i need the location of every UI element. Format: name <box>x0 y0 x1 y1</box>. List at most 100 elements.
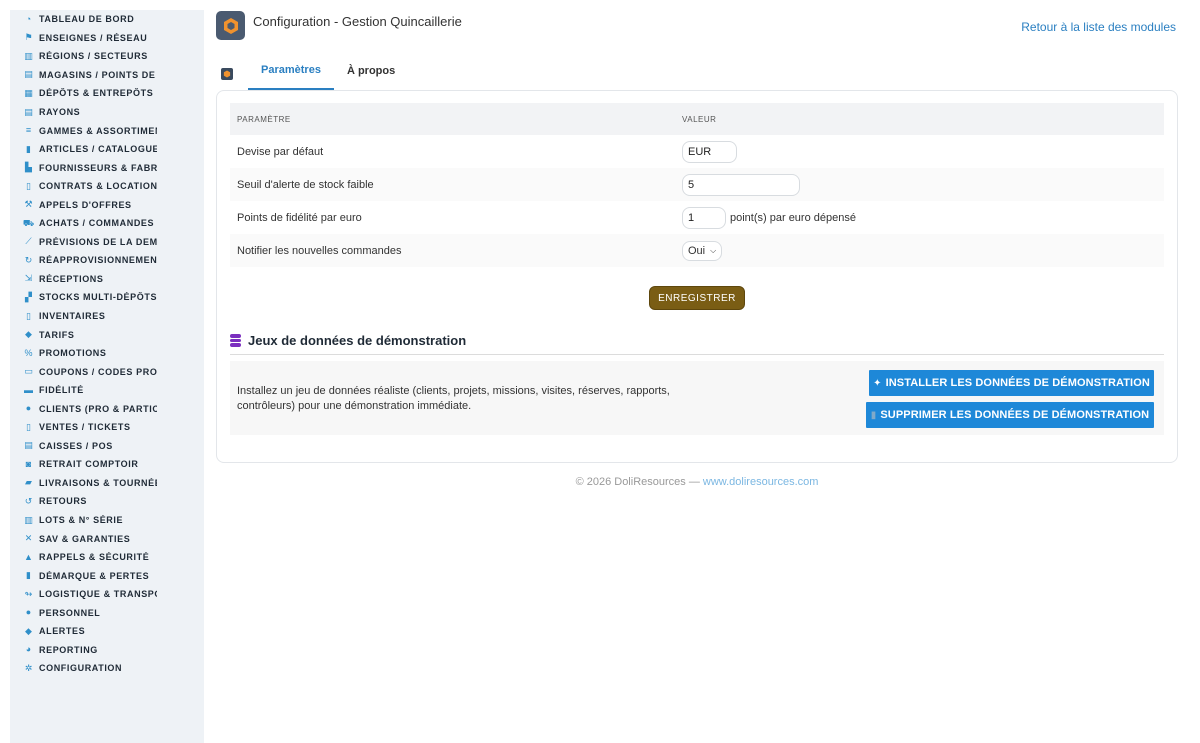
sidebar-item[interactable]: ▭ COUPONS / CODES PROM <box>10 362 204 381</box>
back-to-modules-link[interactable]: Retour à la liste des modules <box>1021 20 1176 34</box>
route-icon: ↬ <box>24 588 33 599</box>
sidebar-item[interactable]: ● PERSONNEL <box>10 604 204 623</box>
tools-icon: ✕ <box>24 533 33 544</box>
stock-threshold-input[interactable] <box>682 173 800 196</box>
sidebar-item-label: SAV & GARANTIES <box>39 533 131 544</box>
sidebar-item-label: DÉMARQUE & PERTES <box>39 570 150 581</box>
car-icon: ◙ <box>25 458 32 469</box>
sidebar-item-label: COUPONS / CODES PROM <box>39 366 157 377</box>
sidebar-item-label: FOURNISSEURS & FABRI <box>39 162 157 173</box>
sidebar-item-label: STOCKS MULTI-DÉPÔTS <box>39 292 157 303</box>
sidebar-item[interactable]: ▯ CONTRATS & LOCATION <box>10 177 204 196</box>
sidebar-item[interactable]: ▲ RAPPELS & SÉCURITÉ <box>10 548 204 567</box>
sidebar-item[interactable]: ⚑ ENSEIGNES / RÉSEAU <box>10 29 204 48</box>
sidebar-item[interactable]: ▮ DÉMARQUE & PERTES <box>10 566 204 585</box>
sidebar-item-label: RÉGIONS / SECTEURS <box>39 51 148 62</box>
sidebar-item[interactable]: ▥ RÉGIONS / SECTEURS <box>10 47 204 66</box>
shelf-icon: ▤ <box>24 106 33 117</box>
sidebar-item-label: CAISSES / POS <box>39 440 113 451</box>
sidebar-item[interactable]: ✲ CONFIGURATION <box>10 659 204 678</box>
card-icon: ▬ <box>24 384 33 395</box>
tab-bar: Paramètres À propos <box>216 58 408 90</box>
module-logo <box>216 11 245 40</box>
save-button[interactable]: ENREGISTRER <box>649 286 745 310</box>
sidebar-item[interactable]: ▤ CAISSES / POS <box>10 437 204 456</box>
sidebar-item[interactable]: ◔ TABLEAU DE BORD <box>10 10 204 29</box>
sidebar-item[interactable]: ▰ LIVRAISONS & TOURNÉES <box>10 474 204 493</box>
sidebar-item-label: LIVRAISONS & TOURNÉES <box>39 477 157 488</box>
sidebar-item[interactable]: ▮ ARTICLES / CATALOGUE <box>10 140 204 159</box>
gavel-icon: ⚒ <box>24 199 33 210</box>
sidebar-item-label: INVENTAIRES <box>39 311 106 322</box>
page-title: Configuration - Gestion Quincaillerie <box>253 14 462 29</box>
sidebar-item[interactable]: ◆ TARIFS <box>10 325 204 344</box>
sidebar-item[interactable]: % PROMOTIONS <box>10 344 204 363</box>
sync-icon: ↻ <box>24 254 33 265</box>
demo-panel: Installez un jeu de données réaliste (cl… <box>230 361 1164 435</box>
sidebar-item[interactable]: ↬ LOGISTIQUE & TRANSPO <box>10 585 204 604</box>
book-icon: ▮ <box>26 143 31 154</box>
boxes-icon: ▞ <box>25 291 32 302</box>
demo-title-text: Jeux de données de démonstration <box>248 333 467 348</box>
sidebar-item-label: CONTRATS & LOCATION <box>39 181 157 192</box>
sidebar-item-label: PRÉVISIONS DE LA DEMA <box>39 236 157 247</box>
sidebar-item[interactable]: ⇲ RÉCEPTIONS <box>10 270 204 289</box>
param-label: Points de fidélité par euro <box>237 211 362 224</box>
tab-a-propos[interactable]: À propos <box>334 58 408 90</box>
sidebar-item-label: TARIFS <box>39 329 75 340</box>
sidebar-item[interactable]: ▥ LOTS & N° SÉRIE <box>10 511 204 530</box>
receipt-icon: ▯ <box>26 421 31 432</box>
sidebar-item-label: REPORTING <box>39 644 98 655</box>
users-icon: ● <box>25 607 32 618</box>
sidebar-item[interactable]: ⟋ PRÉVISIONS DE LA DEMA <box>10 233 204 252</box>
sidebar-item[interactable]: ▤ RAYONS <box>10 103 204 122</box>
sidebar-item[interactable]: ▯ INVENTAIRES <box>10 307 204 326</box>
sidebar-item-label: GAMMES & ASSORTIMENT <box>39 125 157 136</box>
sidebar-item-label: FIDÉLITÉ <box>39 385 84 396</box>
currency-input[interactable] <box>682 140 737 163</box>
sidebar-item[interactable]: ● CLIENTS (PRO & PARTICU <box>10 399 204 418</box>
footer: © 2026 DoliResources — www.doliresources… <box>216 476 1178 488</box>
sidebar-item[interactable]: ◕ REPORTING <box>10 641 204 660</box>
sidebar-item[interactable]: ◙ RETRAIT COMPTOIR <box>10 455 204 474</box>
sidebar-item[interactable]: ⚒ APPELS D'OFFRES <box>10 195 204 214</box>
sidebar-item-label: ACHATS / COMMANDES F <box>39 218 157 229</box>
sidebar-item[interactable]: ▞ STOCKS MULTI-DÉPÔTS <box>10 288 204 307</box>
demo-section-title: Jeux de données de démonstration <box>230 333 1164 355</box>
sidebar-item[interactable]: ▦ DÉPÔTS & ENTREPÔTS <box>10 84 204 103</box>
sidebar-item[interactable]: ↺ RETOURS <box>10 492 204 511</box>
column-header-parametre: PARAMÈTRE <box>237 114 291 124</box>
loyalty-points-input[interactable] <box>682 206 726 229</box>
notify-orders-select[interactable]: Oui ⌵ <box>682 240 722 261</box>
sidebar-item[interactable]: ↻ RÉAPPROVISIONNEMENT <box>10 251 204 270</box>
sidebar-item[interactable]: ▬ FIDÉLITÉ <box>10 381 204 400</box>
sidebar-item[interactable]: ✕ SAV & GARANTIES <box>10 529 204 548</box>
table-header: PARAMÈTRE VALEUR <box>230 103 1164 135</box>
sidebar-item[interactable]: ≡ GAMMES & ASSORTIMENT <box>10 121 204 140</box>
sidebar-item[interactable]: ▯ VENTES / TICKETS <box>10 418 204 437</box>
sidebar-item-label: TABLEAU DE BORD <box>39 14 135 25</box>
chevron-down-icon: ⌵ <box>710 245 717 255</box>
tag-icon: ◆ <box>25 329 32 340</box>
install-demo-button[interactable]: ✦ INSTALLER LES DONNÉES DE DÉMONSTRATION <box>869 370 1154 396</box>
sidebar-item[interactable]: ▙ FOURNISSEURS & FABRI <box>10 158 204 177</box>
pie-chart-icon: ◕ <box>25 644 32 655</box>
footer-link[interactable]: www.doliresources.com <box>703 476 819 488</box>
param-label: Devise par défaut <box>237 145 324 158</box>
sidebar-item[interactable]: ▤ MAGASINS / POINTS DE V <box>10 66 204 85</box>
cart-icon: ⛟ <box>22 217 35 228</box>
sidebar-item-label: MAGASINS / POINTS DE V <box>39 69 157 80</box>
demo-description: Installez un jeu de données réaliste (cl… <box>237 385 670 412</box>
tab-parametres[interactable]: Paramètres <box>248 58 334 90</box>
warning-icon: ▲ <box>24 551 33 562</box>
sidebar-item-label: VENTES / TICKETS <box>39 422 131 433</box>
sidebar-item[interactable]: ⛟ ACHATS / COMMANDES F <box>10 214 204 233</box>
sidebar-item[interactable]: ◆ ALERTES <box>10 622 204 641</box>
install-demo-label: INSTALLER LES DONNÉES DE DÉMONSTRATION <box>885 377 1150 389</box>
contract-icon: ▯ <box>26 180 31 191</box>
sidebar-item-label: RAPPELS & SÉCURITÉ <box>39 552 150 563</box>
delete-demo-button[interactable]: ▮ SUPPRIMER LES DONNÉES DE DÉMONSTRATION <box>866 402 1154 428</box>
param-label: Notifier les nouvelles commandes <box>237 244 402 257</box>
sidebar-item-label: RETOURS <box>39 496 88 507</box>
table-row: Points de fidélité par euro point(s) par… <box>230 201 1164 234</box>
